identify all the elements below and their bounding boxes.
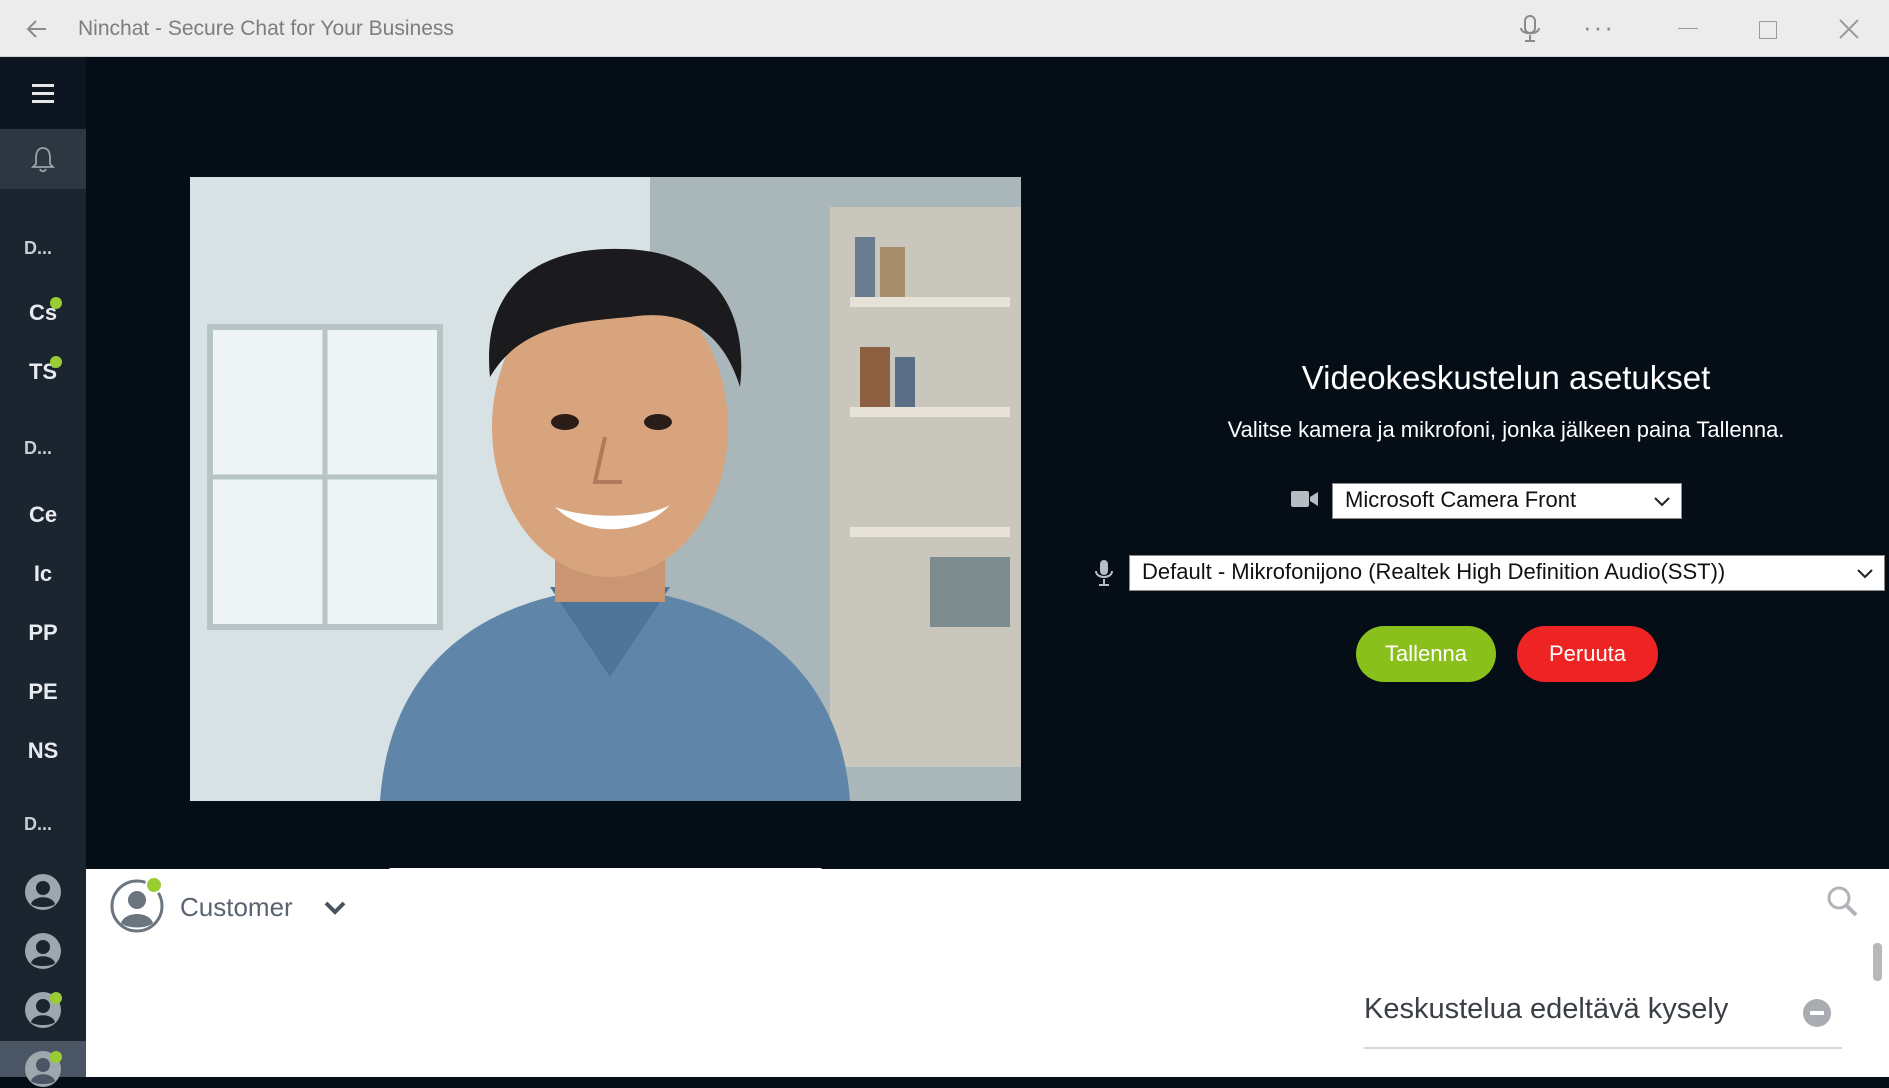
camera-select-value: Microsoft Camera Front xyxy=(1345,487,1577,512)
settings-subtitle: Valitse kamera ja mikrofoni, jonka jälke… xyxy=(1227,417,1785,442)
online-status-dot xyxy=(50,356,62,368)
microphone-select[interactable]: Default - Mikrofonijono (Realtek High De… xyxy=(1129,555,1885,591)
online-status-dot xyxy=(50,1051,62,1063)
online-status-dot xyxy=(50,992,62,1004)
video-camera-icon xyxy=(1291,491,1318,507)
sidebar-section-1[interactable]: D... xyxy=(24,238,52,259)
notifications-button[interactable] xyxy=(0,129,86,189)
video-call-area: Videokeskustelun asetukset Valitse kamer… xyxy=(86,57,1889,907)
sidebar-item-ce[interactable]: Ce xyxy=(0,502,86,528)
cancel-button[interactable]: Peruuta xyxy=(1517,626,1658,682)
sidebar-item-ts[interactable]: TS xyxy=(0,359,86,385)
chevron-down-icon xyxy=(1654,497,1670,507)
user-avatar-icon[interactable] xyxy=(24,873,62,911)
pre-chat-survey-title: Keskustelua edeltävä kysely xyxy=(1364,993,1729,1025)
divider xyxy=(1364,1047,1842,1049)
online-status-dot xyxy=(145,876,163,894)
scrollbar-thumb[interactable] xyxy=(1873,943,1882,981)
hamburger-menu-icon[interactable] xyxy=(0,57,86,129)
chat-panel: Customer Keskustelua edeltävä kysely xyxy=(86,869,1889,1077)
sidebar-item-ns[interactable]: NS xyxy=(0,738,86,764)
camera-preview-video xyxy=(190,177,1021,801)
collapse-icon[interactable] xyxy=(1803,999,1831,1027)
microphone-icon[interactable] xyxy=(1517,14,1543,44)
user-avatar-icon[interactable] xyxy=(24,932,62,970)
sidebar: D... Cs TS D... Ce Ic PP PE NS D... xyxy=(0,57,86,1087)
window-titlebar: Ninchat - Secure Chat for Your Business … xyxy=(0,0,1889,57)
maximize-icon[interactable] xyxy=(1759,21,1777,39)
camera-select[interactable]: Microsoft Camera Front xyxy=(1332,483,1682,519)
sidebar-item-cs[interactable]: Cs xyxy=(0,300,86,326)
search-icon[interactable] xyxy=(1826,885,1858,917)
chevron-down-icon[interactable] xyxy=(323,899,347,917)
chevron-down-icon xyxy=(1857,569,1873,579)
microphone-icon xyxy=(1095,560,1113,586)
microphone-select-value: Default - Mikrofonijono (Realtek High De… xyxy=(1142,559,1726,584)
sidebar-section-2[interactable]: D... xyxy=(24,438,52,459)
sidebar-item-pe[interactable]: PE xyxy=(0,679,86,705)
contact-name[interactable]: Customer xyxy=(180,892,293,923)
online-status-dot xyxy=(50,297,62,309)
sidebar-item-ic[interactable]: Ic xyxy=(0,561,86,587)
sidebar-section-3[interactable]: D... xyxy=(24,814,52,835)
sidebar-item-pp[interactable]: PP xyxy=(0,620,86,646)
more-options-icon[interactable]: ··· xyxy=(1583,12,1615,43)
settings-title: Videokeskustelun asetukset xyxy=(1301,359,1711,396)
minimize-icon[interactable] xyxy=(1678,28,1698,29)
window-title: Ninchat - Secure Chat for Your Business xyxy=(78,17,454,40)
close-icon[interactable] xyxy=(1838,18,1860,40)
save-button[interactable]: Tallenna xyxy=(1356,626,1496,682)
bell-icon xyxy=(31,147,55,173)
back-arrow-icon[interactable] xyxy=(22,14,52,44)
